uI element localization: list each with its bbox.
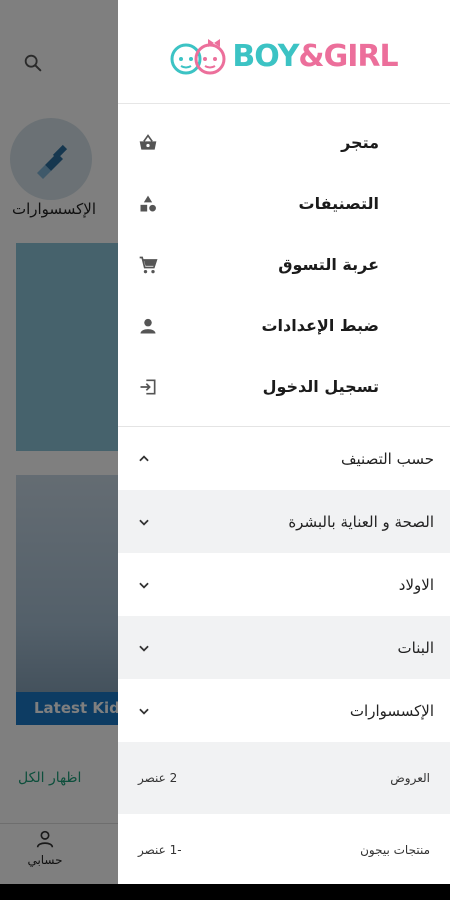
section-girls[interactable]: البنات bbox=[118, 616, 450, 679]
menu-item-categories[interactable]: التصنيفات bbox=[118, 173, 450, 234]
section-health-skincare[interactable]: الصحة و العناية بالبشرة bbox=[118, 490, 450, 553]
menu-item-label: عربة التسوق bbox=[278, 255, 379, 274]
menu-item-label: متجر bbox=[341, 133, 379, 152]
shopping-cart-icon bbox=[136, 253, 160, 277]
shopping-basket-icon bbox=[136, 131, 160, 155]
section-label: الاولاد bbox=[398, 575, 434, 594]
section-boys[interactable]: الاولاد bbox=[118, 553, 450, 616]
categories-shapes-icon bbox=[136, 192, 160, 216]
offer-row-pigeon-products[interactable]: منتجات بيجون -1 عنصر bbox=[118, 814, 450, 884]
chevron-down-icon[interactable] bbox=[134, 701, 154, 721]
section-label: البنات bbox=[397, 638, 434, 657]
chevron-down-icon[interactable] bbox=[134, 575, 154, 595]
menu-item-settings[interactable]: ضبط الإعدادات bbox=[118, 295, 450, 356]
menu-item-label: ضبط الإعدادات bbox=[261, 316, 379, 335]
chevron-down-icon[interactable] bbox=[134, 512, 154, 532]
offer-count: -1 عنصر bbox=[138, 843, 182, 857]
section-label: الصحة و العناية بالبشرة bbox=[288, 512, 434, 531]
menu-item-label: تسجيل الدخول bbox=[262, 377, 379, 396]
drawer-header: BOY&GIRL bbox=[118, 0, 450, 104]
offer-label: العروض bbox=[390, 771, 430, 785]
login-icon bbox=[136, 375, 160, 399]
logo-boy-text: BOY bbox=[232, 39, 299, 74]
drawer-menu: متجر التصنيفات عربة التسوق ضبط الإعدادات… bbox=[118, 104, 450, 417]
person-icon bbox=[136, 314, 160, 338]
menu-item-login[interactable]: تسجيل الدخول bbox=[118, 356, 450, 417]
section-by-category[interactable]: حسب التصنيف bbox=[118, 427, 450, 490]
section-label: حسب التصنيف bbox=[340, 449, 434, 468]
menu-item-cart[interactable]: عربة التسوق bbox=[118, 234, 450, 295]
chevron-up-icon[interactable] bbox=[134, 449, 154, 469]
logo-girl-text: GIRL bbox=[323, 39, 399, 74]
offer-label: منتجات بيجون bbox=[360, 843, 430, 857]
offer-row-deals[interactable]: العروض 2 عنصر bbox=[118, 742, 450, 814]
menu-item-label: التصنيفات bbox=[298, 194, 379, 213]
section-label: الإكسسوارات bbox=[349, 701, 434, 720]
kids-faces-logo-icon bbox=[170, 38, 226, 74]
chevron-down-icon[interactable] bbox=[134, 638, 154, 658]
offer-count: 2 عنصر bbox=[138, 771, 178, 785]
menu-item-store[interactable]: متجر bbox=[118, 112, 450, 173]
system-navigation-bar bbox=[0, 884, 450, 900]
navigation-drawer: BOY&GIRL متجر التصنيفات عربة التسوق ضبط … bbox=[118, 0, 450, 884]
section-accessories[interactable]: الإكسسوارات bbox=[118, 679, 450, 742]
brand-logo: BOY&GIRL bbox=[170, 35, 399, 79]
logo-amp-text: & bbox=[298, 39, 324, 74]
